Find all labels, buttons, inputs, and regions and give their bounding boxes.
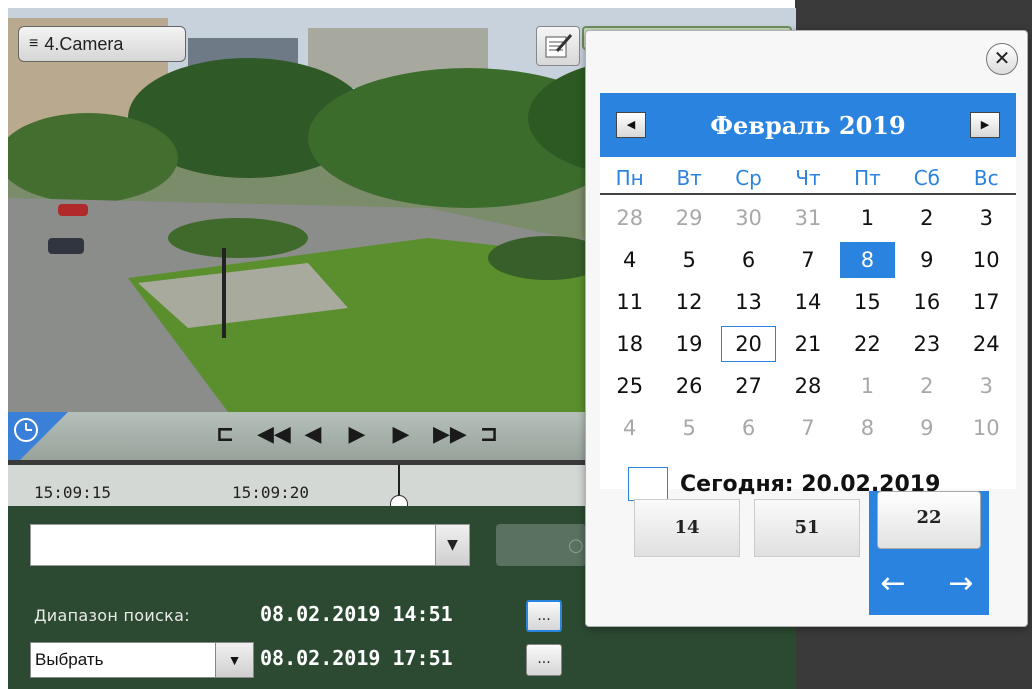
weekday-label: Вт: [676, 166, 702, 190]
calendar-day[interactable]: 27: [721, 368, 776, 404]
range-to-value: 08.02.2019 17:51: [260, 646, 453, 670]
search-range-label: Диапазон поиска:: [34, 606, 190, 625]
calendar-day[interactable]: 2: [899, 200, 954, 236]
step-back-icon[interactable]: ◀: [301, 422, 325, 448]
calendar-day[interactable]: 10: [959, 242, 1014, 278]
weekday-label: Пт: [854, 166, 881, 190]
close-icon[interactable]: ✕: [986, 43, 1018, 75]
calendar-day[interactable]: 3: [959, 200, 1014, 236]
weekday-label: Вс: [973, 166, 999, 190]
from-date-picker-button[interactable]: ...: [526, 600, 562, 632]
range-from-value: 08.02.2019 14:51: [260, 602, 453, 626]
calendar-day[interactable]: 23: [899, 326, 954, 362]
calendar-day[interactable]: 5: [661, 242, 716, 278]
chevron-down-icon[interactable]: ▼: [435, 525, 469, 565]
calendar-day-selected[interactable]: 8: [839, 242, 896, 278]
prev-month-icon[interactable]: ◀: [616, 112, 646, 138]
arrow-left-icon[interactable]: ←: [873, 567, 913, 603]
calendar-day[interactable]: 19: [661, 326, 716, 362]
calendar-day[interactable]: 4: [602, 410, 657, 446]
search-type-combo[interactable]: ▼: [30, 524, 470, 566]
search-button[interactable]: ○: [496, 524, 586, 566]
calendar-title: Февраль 2019: [710, 110, 906, 140]
calendar-day[interactable]: 25: [602, 368, 657, 404]
timeline-tick: 15:09:20: [232, 483, 310, 502]
to-date-picker-button[interactable]: ...: [526, 644, 562, 676]
calendar-day[interactable]: 11: [602, 284, 657, 320]
fast-forward-icon[interactable]: ▶▶: [433, 422, 467, 448]
application-window: ≡ 4.Camera ⊏ ◀◀ ◀ ▶ ▶ ▶▶ ⊐ 15:09:15 15:0…: [0, 0, 1032, 689]
play-icon[interactable]: ▶: [345, 422, 369, 448]
calendar-day[interactable]: 24: [959, 326, 1014, 362]
calendar-day[interactable]: 9: [899, 410, 954, 446]
calendar-day[interactable]: 4: [602, 242, 657, 278]
preset-select-value: Выбрать: [35, 650, 104, 669]
calendar-day[interactable]: 22: [840, 326, 895, 362]
calendar-day[interactable]: 9: [899, 242, 954, 278]
date-time-picker-popup: ✕ ◀ Февраль 2019 ▶ Пн Вт Ср Чт Пт Сб Вс …: [585, 30, 1028, 627]
seconds-field[interactable]: 22: [877, 491, 981, 549]
calendar-day[interactable]: 14: [780, 284, 835, 320]
calendar-header: ◀ Февраль 2019 ▶: [600, 93, 1016, 157]
seconds-column: 22 ← →: [869, 491, 989, 615]
calendar-day[interactable]: 6: [721, 410, 776, 446]
go-to-start-icon[interactable]: ⊏: [213, 422, 237, 448]
calendar-day[interactable]: 12: [661, 284, 716, 320]
step-forward-icon[interactable]: ▶: [389, 422, 413, 448]
arrow-right-icon[interactable]: →: [941, 567, 981, 603]
chevron-down-icon[interactable]: ▼: [215, 643, 253, 677]
calendar-day[interactable]: 3: [959, 368, 1014, 404]
timeline-tick: 15:09:15: [34, 483, 112, 502]
weekday-label: Сб: [913, 166, 940, 190]
camera-label: 4.Camera: [44, 33, 124, 54]
menu-icon: ≡: [29, 35, 39, 52]
clock-icon: [14, 418, 38, 442]
calendar-day[interactable]: 16: [899, 284, 954, 320]
calendar-day[interactable]: 10: [959, 410, 1014, 446]
calendar-day[interactable]: 5: [661, 410, 716, 446]
calendar-day[interactable]: 13: [721, 284, 776, 320]
notepad-icon: [545, 34, 573, 58]
calendar-day[interactable]: 26: [661, 368, 716, 404]
next-month-icon[interactable]: ▶: [970, 112, 1000, 138]
fast-rewind-icon[interactable]: ◀◀: [257, 422, 291, 448]
calendar-day[interactable]: 21: [780, 326, 835, 362]
calendar-day-today[interactable]: 20: [720, 326, 777, 362]
calendar-day[interactable]: 30: [721, 200, 776, 236]
calendar-day[interactable]: 28: [602, 200, 657, 236]
minutes-field[interactable]: 51: [754, 499, 860, 557]
hours-field[interactable]: 14: [634, 499, 740, 557]
calendar-day[interactable]: 18: [602, 326, 657, 362]
weekday-label: Чт: [795, 166, 821, 190]
calendar-day[interactable]: 6: [721, 242, 776, 278]
calendar-day[interactable]: 31: [780, 200, 835, 236]
calendar-day[interactable]: 7: [780, 242, 835, 278]
preset-select[interactable]: Выбрать ▼: [30, 642, 254, 678]
calendar-day[interactable]: 1: [840, 200, 895, 236]
calendar-day[interactable]: 15: [840, 284, 895, 320]
camera-select-button[interactable]: ≡ 4.Camera: [18, 26, 186, 62]
calendar-day[interactable]: 28: [780, 368, 835, 404]
weekday-label: Пн: [615, 166, 644, 190]
calendar-day[interactable]: 7: [780, 410, 835, 446]
go-to-end-icon[interactable]: ⊐: [477, 422, 501, 448]
edit-button[interactable]: [536, 26, 580, 66]
calendar-day[interactable]: 2: [899, 368, 954, 404]
calendar-day[interactable]: 8: [840, 410, 895, 446]
archive-mode-toggle[interactable]: [8, 412, 68, 460]
calendar: ◀ Февраль 2019 ▶ Пн Вт Ср Чт Пт Сб Вс 28…: [600, 93, 1016, 501]
calendar-day[interactable]: 29: [661, 200, 716, 236]
calendar-days: 28 29 30 31 1 2 3 4 5 6 7 8 9 10 11 12 1…: [600, 197, 1016, 449]
time-picker: 14 51 22 ← →: [586, 491, 1029, 631]
calendar-day[interactable]: 17: [959, 284, 1014, 320]
weekday-header: Пн Вт Ср Чт Пт Сб Вс: [600, 163, 1016, 195]
weekday-label: Ср: [735, 166, 762, 190]
calendar-day[interactable]: 1: [840, 368, 895, 404]
